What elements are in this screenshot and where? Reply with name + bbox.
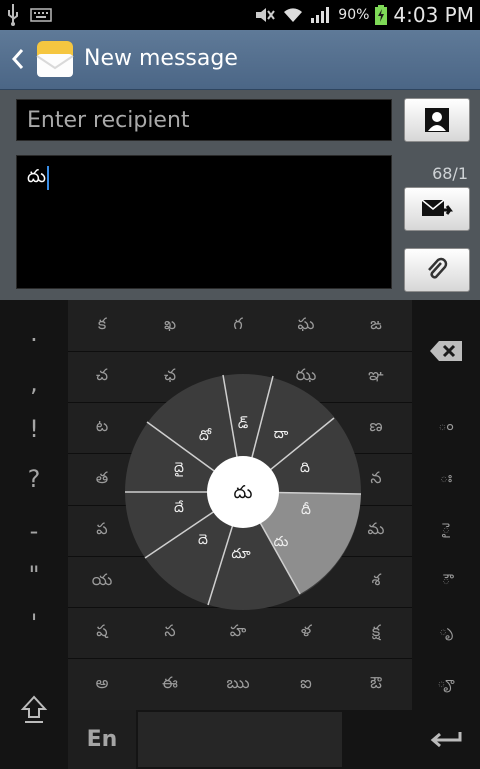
key-ai-sign[interactable]: ై [412, 505, 480, 556]
battery-charging-icon [375, 5, 388, 25]
keyboard-icon [30, 8, 52, 22]
key-single-quote[interactable]: ' [0, 598, 68, 648]
recipient-placeholder: Enter recipient [27, 108, 190, 133]
recipient-field[interactable]: Enter recipient [16, 99, 392, 141]
key-hyphen[interactable]: - [0, 506, 68, 556]
key-ruu-sign[interactable]: ౄ [412, 658, 480, 710]
wheel-option[interactable]: ది [300, 460, 310, 476]
key-ha[interactable]: హ [204, 607, 272, 658]
backspace-icon [430, 341, 462, 361]
paperclip-icon [428, 257, 448, 279]
key-ksha[interactable]: క్ష [340, 607, 412, 658]
message-text: దు [27, 166, 46, 187]
key-ssa[interactable]: ష [68, 607, 136, 658]
key-gha[interactable]: ఘ [272, 300, 340, 351]
wheel-option[interactable]: దో [199, 428, 212, 444]
key-ru-sign[interactable]: ృ [412, 607, 480, 658]
key-exclamation[interactable]: ! [0, 404, 68, 454]
key-kha[interactable]: ఖ [136, 300, 204, 351]
wheel-option[interactable]: దూ [231, 546, 251, 562]
key-ru[interactable]: ఋ [204, 658, 272, 710]
usb-icon [8, 4, 18, 26]
wheel-option[interactable]: దు [274, 534, 289, 550]
space-key[interactable] [138, 712, 342, 767]
wheel-option[interactable]: దీ [301, 502, 311, 518]
vowel-sign-wheel: దు డ్ దా ది దీ దు దూ దె దే దై దో [125, 374, 362, 610]
attach-button[interactable] [404, 248, 470, 292]
compose-area: Enter recipient దు 68/1 [0, 90, 480, 300]
wheel-option[interactable]: దై [174, 460, 184, 477]
wifi-icon [284, 8, 303, 22]
back-chevron-icon[interactable] [8, 46, 28, 72]
key-sa[interactable]: స [136, 607, 204, 658]
key-lla[interactable]: ళ [272, 607, 340, 658]
enter-key[interactable] [412, 710, 480, 769]
mute-icon [256, 8, 276, 22]
wheel-option[interactable]: దె [198, 532, 208, 548]
key-ii[interactable]: ఈ [136, 658, 204, 710]
key-ai[interactable]: ఐ [272, 658, 340, 710]
shift-arrow-icon [20, 695, 48, 723]
send-message-icon [421, 199, 453, 216]
key-nga[interactable]: ఙ [340, 300, 412, 351]
keyboard-bottom-row: En [68, 710, 412, 769]
key-au[interactable]: ఔ [340, 658, 412, 710]
wheel-option[interactable]: డ్ [238, 416, 248, 432]
key-ka[interactable]: క [68, 300, 136, 351]
wheel-center-label: దు [234, 482, 253, 503]
language-switch-key[interactable]: En [68, 710, 136, 769]
add-contact-button[interactable] [404, 98, 470, 142]
modifier-column: ం ః ై ౌ ృ ౄ [412, 300, 480, 769]
key-anusvara[interactable]: ం [412, 402, 480, 453]
action-bar: New message [0, 30, 480, 90]
key-ga[interactable]: గ [204, 300, 272, 351]
battery-percent: 90% [338, 7, 370, 23]
key-question[interactable]: ? [0, 454, 68, 504]
status-bar: 90% 4:03 PM [0, 0, 480, 30]
send-button[interactable] [404, 187, 470, 231]
key-visarga[interactable]: ః [412, 453, 480, 505]
enter-arrow-icon [430, 731, 462, 747]
wheel-option[interactable]: దే [174, 500, 184, 516]
contact-icon [425, 108, 449, 132]
status-time: 4:03 PM [393, 3, 474, 27]
key-a[interactable]: అ [68, 658, 136, 710]
text-cursor [47, 166, 49, 190]
key-double-quote[interactable]: " [0, 550, 68, 600]
shift-key[interactable] [0, 660, 68, 760]
key-comma[interactable]: , [0, 358, 68, 408]
signal-icon [311, 7, 330, 23]
message-input[interactable]: దు [16, 155, 392, 289]
punctuation-column: . , ! ? - " ' [0, 300, 68, 769]
character-counter: 68/1 [432, 164, 468, 183]
backspace-key[interactable] [412, 300, 480, 402]
wheel-option[interactable]: దా [274, 426, 289, 442]
messaging-envelope-icon [36, 41, 74, 77]
key-period[interactable]: . [0, 308, 68, 358]
key-au-sign[interactable]: ౌ [412, 556, 480, 607]
page-title: New message [84, 46, 238, 71]
